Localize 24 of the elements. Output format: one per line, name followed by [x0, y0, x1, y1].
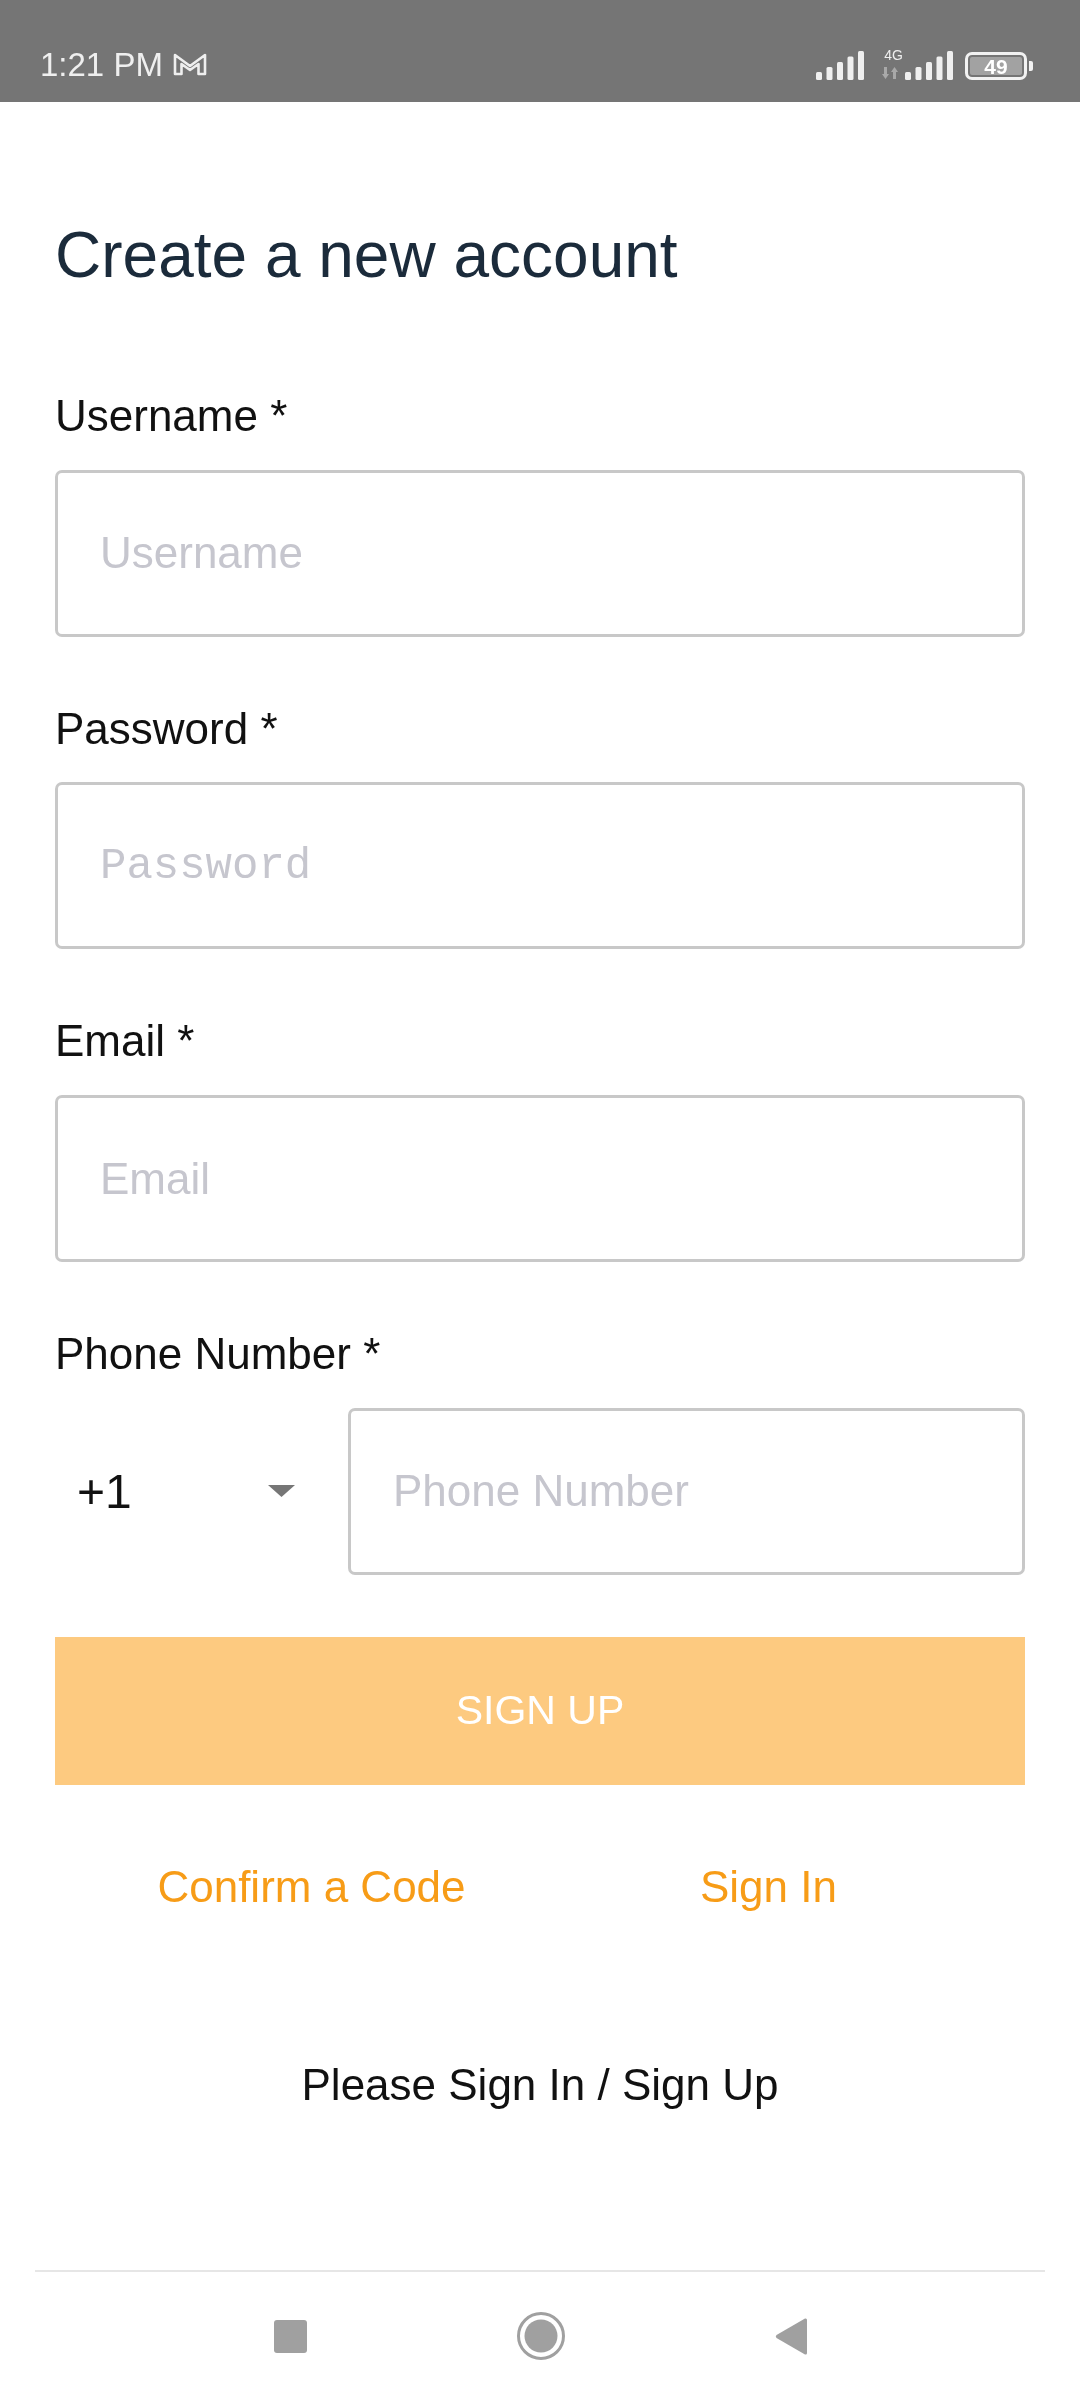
password-field[interactable]: Password: [55, 782, 1025, 950]
network-type-label: 4G: [884, 48, 903, 62]
text-input-field[interactable]: Username: [55, 469, 1025, 637]
caret-icon: [268, 1485, 295, 1498]
signal-icon: [905, 51, 953, 80]
text-link[interactable]: Sign In: [700, 1861, 837, 1914]
page-title: Create a new account: [55, 218, 678, 293]
mail-icon: [172, 52, 207, 76]
back-icon[interactable]: [774, 2317, 807, 2355]
field-label: Username *: [55, 389, 288, 442]
signal-icon: [816, 51, 865, 80]
data-arrows-icon: [881, 67, 898, 79]
home-circle-icon[interactable]: [516, 2312, 565, 2360]
field-label: Password *: [55, 702, 278, 755]
email-field[interactable]: Email: [55, 1095, 1025, 1263]
text-link[interactable]: Confirm a Code: [157, 1861, 466, 1914]
field-label: Email *: [55, 1015, 195, 1068]
square-icon[interactable]: [273, 2319, 307, 2353]
country-code-select[interactable]: +1: [55, 1408, 315, 1575]
battery-indicator: 49: [965, 52, 1033, 80]
status-time: 1:21 PM: [40, 47, 163, 81]
phone-number-field[interactable]: Phone Number: [348, 1408, 1025, 1575]
footer-message: Please Sign In / Sign Up: [301, 2058, 779, 2111]
field-label: Phone Number *: [55, 1328, 381, 1381]
